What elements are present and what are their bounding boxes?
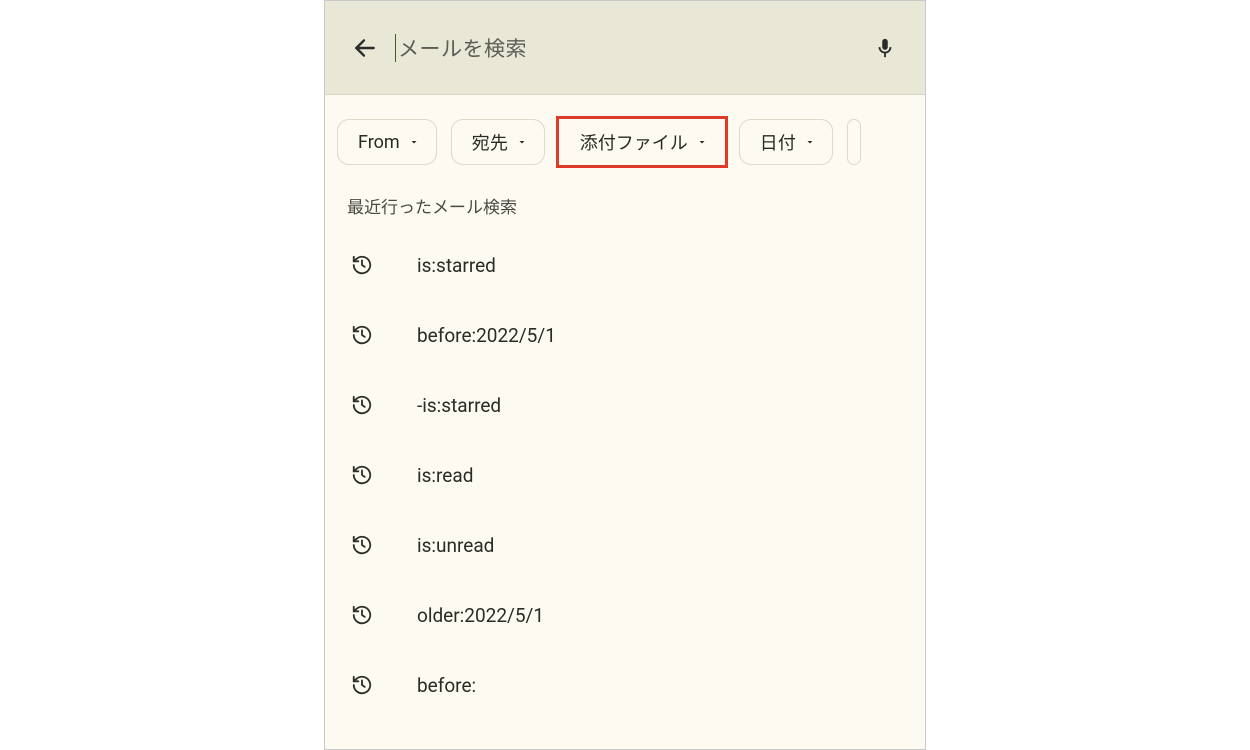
search-bar: メールを検索 xyxy=(325,1,925,95)
recent-search-query: is:read xyxy=(417,464,473,487)
recent-search-item[interactable]: older:2022/5/1 xyxy=(325,580,925,650)
recent-searches-title: 最近行ったメール検索 xyxy=(325,189,925,230)
recent-search-item[interactable]: before:2022/5/1 xyxy=(325,300,925,370)
chip-label: 添付ファイル xyxy=(580,129,688,155)
filter-chip-to[interactable]: 宛先 xyxy=(451,119,545,165)
history-icon xyxy=(347,604,377,626)
chevron-down-icon xyxy=(696,136,708,148)
recent-search-query: is:starred xyxy=(417,254,496,277)
chevron-down-icon xyxy=(804,136,816,148)
recent-search-query: older:2022/5/1 xyxy=(417,604,544,627)
filter-chip-overflow[interactable] xyxy=(847,119,861,165)
chip-label: 宛先 xyxy=(472,129,508,155)
arrow-left-icon xyxy=(352,35,378,61)
filter-chip-date[interactable]: 日付 xyxy=(739,119,833,165)
back-button[interactable] xyxy=(345,28,385,68)
history-icon xyxy=(347,254,377,276)
recent-search-item[interactable]: before: xyxy=(325,650,925,720)
recent-search-query: before:2022/5/1 xyxy=(417,324,556,347)
recent-search-item[interactable]: is:starred xyxy=(325,230,925,300)
chevron-down-icon xyxy=(516,136,528,148)
chevron-down-icon xyxy=(408,136,420,148)
filter-chip-from[interactable]: From xyxy=(337,119,437,165)
microphone-icon xyxy=(874,37,896,59)
voice-search-button[interactable] xyxy=(865,28,905,68)
chip-label: From xyxy=(358,132,400,153)
history-icon xyxy=(347,464,377,486)
text-cursor xyxy=(395,34,396,62)
filter-chip-attachment[interactable]: 添付ファイル xyxy=(559,119,725,165)
history-icon xyxy=(347,324,377,346)
filter-chips-row[interactable]: From 宛先 添付ファイル 日付 xyxy=(325,95,925,189)
recent-search-query: is:unread xyxy=(417,534,494,557)
recent-search-item[interactable]: is:read xyxy=(325,440,925,510)
search-placeholder: メールを検索 xyxy=(398,33,527,63)
recent-search-item[interactable]: is:unread xyxy=(325,510,925,580)
recent-search-item[interactable]: -is:starred xyxy=(325,370,925,440)
recent-searches-list: is:starred before:2022/5/1 -is:starred i… xyxy=(325,230,925,720)
history-icon xyxy=(347,534,377,556)
recent-search-query: -is:starred xyxy=(417,394,501,417)
mail-search-screen: メールを検索 From 宛先 添付ファイル xyxy=(324,0,926,750)
history-icon xyxy=(347,674,377,696)
chip-label: 日付 xyxy=(760,129,796,155)
recent-search-query: before: xyxy=(417,674,476,697)
search-input[interactable]: メールを検索 xyxy=(395,33,865,63)
history-icon xyxy=(347,394,377,416)
